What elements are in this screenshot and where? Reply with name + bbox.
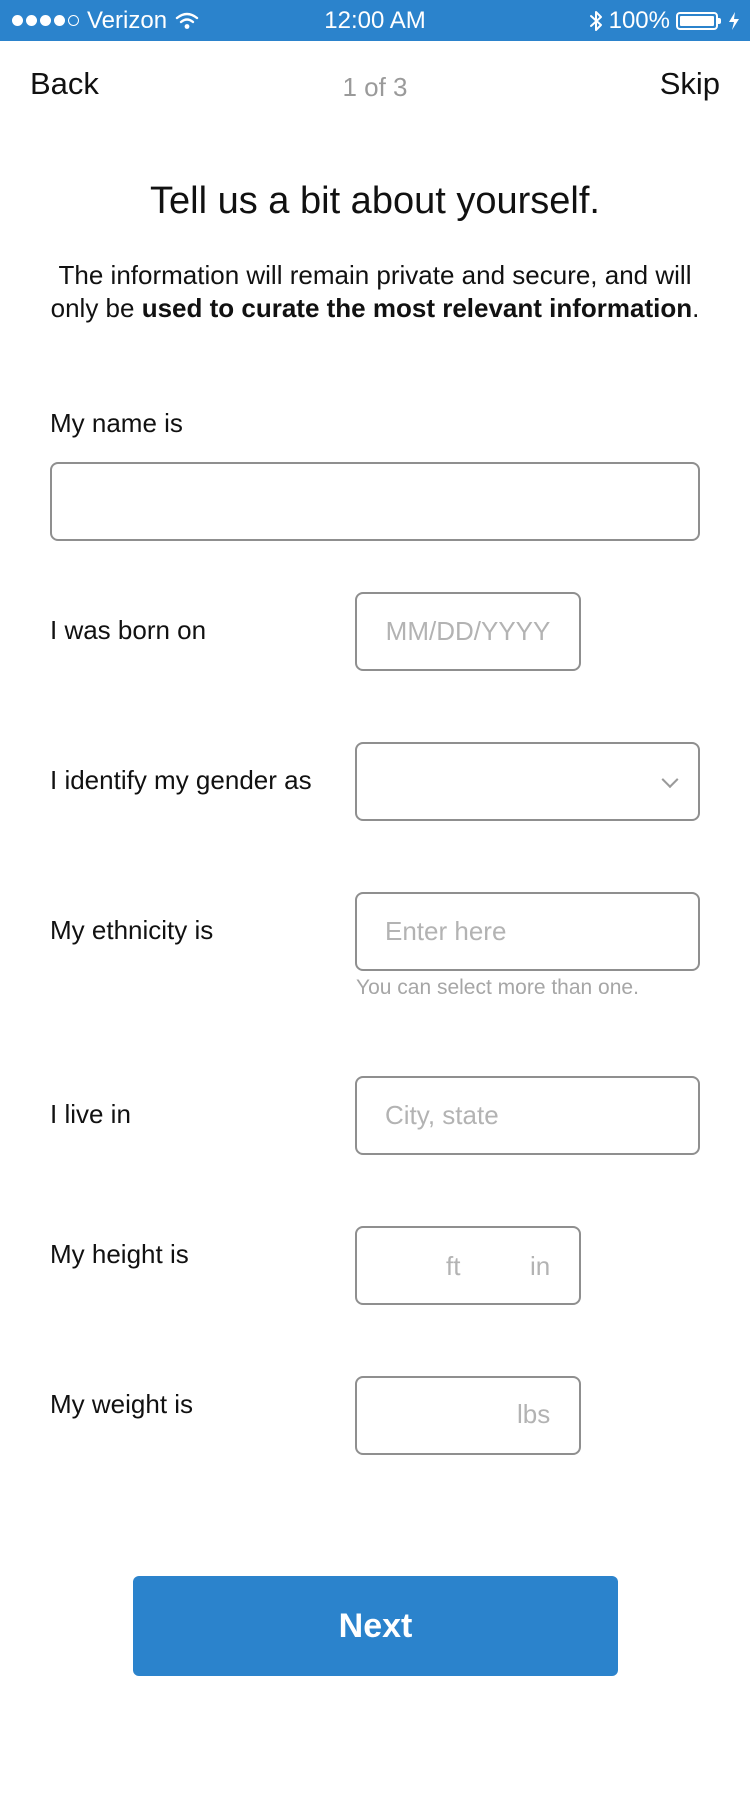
battery-icon [676, 11, 721, 30]
intro-line1: The information will remain private and … [58, 260, 692, 290]
ethnicity-label: My ethnicity is [50, 915, 214, 945]
birth-date-label: I was born on [50, 615, 207, 645]
status-bar: Verizon 12:00 AM 100% [0, 0, 750, 41]
intro-line2-bold: used to curate the most relevant informa… [141, 293, 693, 323]
intro-text: The information will remain private and … [30, 259, 720, 325]
chevron-down-icon [661, 770, 679, 788]
step-indicator: 1 of 3 [342, 72, 408, 102]
weight-unit: lbs [517, 1399, 551, 1429]
ethnicity-input[interactable]: Enter here [355, 892, 700, 971]
ethnicity-helper-text: You can select more than one. [356, 976, 639, 999]
weight-label: My weight is [50, 1389, 194, 1419]
battery-fill [680, 15, 714, 26]
height-input[interactable]: ft in [355, 1226, 581, 1305]
weight-input[interactable]: lbs [355, 1376, 581, 1455]
gender-label: I identify my gender as [50, 765, 312, 795]
battery-percent: 100% [608, 6, 670, 34]
height-in-unit: in [530, 1251, 551, 1281]
location-input[interactable]: City, state [355, 1076, 700, 1155]
location-label: I live in [50, 1099, 131, 1129]
page-title: Tell us a bit about yourself. [150, 180, 600, 222]
intro-line2-prefix: only be [50, 293, 142, 323]
bluetooth-icon [589, 10, 602, 31]
height-ft-unit: ft [446, 1251, 461, 1281]
ethnicity-placeholder: Enter here [385, 916, 507, 946]
location-placeholder: City, state [385, 1100, 499, 1130]
height-label: My height is [50, 1239, 189, 1269]
birth-date-input[interactable]: MM/DD/YYYY [355, 592, 581, 671]
skip-button[interactable]: Skip [660, 66, 720, 102]
name-label: My name is [50, 408, 183, 438]
charging-bolt-icon [729, 11, 739, 30]
birth-date-placeholder: MM/DD/YYYY [385, 616, 551, 646]
intro-line2-suffix: . [692, 293, 700, 323]
next-button[interactable]: Next [133, 1576, 618, 1676]
status-right: 100% [589, 0, 740, 41]
gender-select[interactable] [355, 742, 700, 821]
name-input[interactable] [50, 462, 700, 541]
